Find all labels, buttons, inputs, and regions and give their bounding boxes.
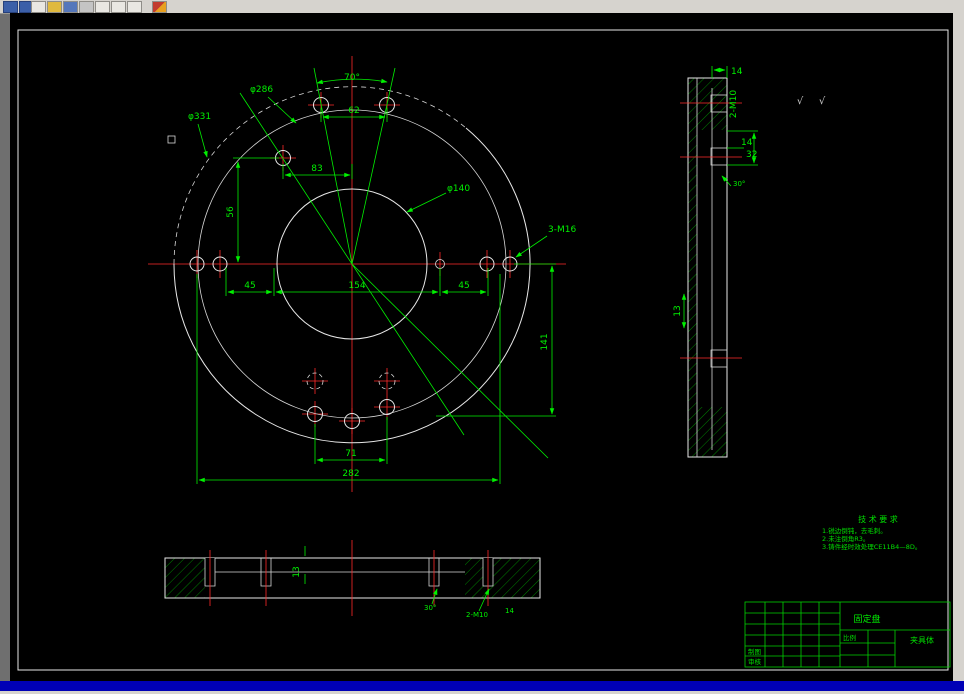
new-file-icon[interactable] (31, 1, 46, 13)
spell-check-icon[interactable] (111, 1, 126, 13)
save-file-icon[interactable] (63, 1, 78, 13)
application-window: 70° 62 φ286 φ331 φ140 83 56 45 154 45 14… (0, 0, 964, 694)
cut-icon[interactable] (127, 1, 142, 13)
drawing-canvas[interactable] (10, 13, 953, 681)
special-tool-icon[interactable] (152, 1, 167, 13)
open-file-icon[interactable] (47, 1, 62, 13)
status-bar (0, 681, 964, 691)
print-preview-icon[interactable] (95, 1, 110, 13)
print-icon[interactable] (79, 1, 94, 13)
toolbar (0, 0, 964, 14)
menu-fragment-icon[interactable] (3, 1, 18, 13)
window-right-edge (953, 13, 964, 681)
